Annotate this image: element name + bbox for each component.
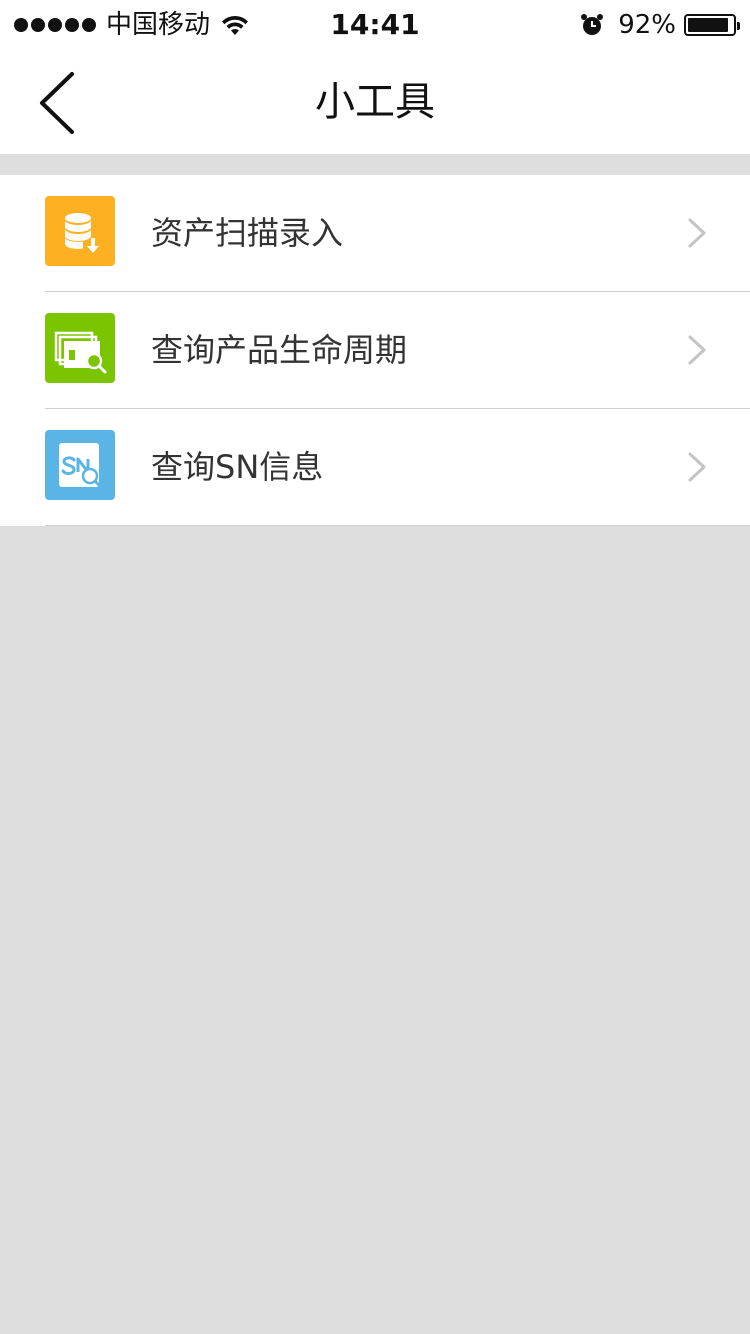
database-import-icon (45, 196, 115, 266)
tool-label: 查询SN信息 (151, 448, 324, 486)
sn-search-icon (45, 430, 115, 500)
page-title: 小工具 (315, 79, 435, 125)
status-bar: 中国移动 14:41 92% (0, 0, 750, 48)
chevron-right-icon (688, 218, 706, 248)
nav-bar: 小工具 (0, 48, 750, 154)
tool-item-sn-info[interactable]: 查询SN信息 (0, 409, 750, 526)
battery-fill (688, 18, 728, 32)
tool-list: 资产扫描录入 查询产品生命周期 查询SN信息 (0, 175, 750, 526)
status-right: 92% (580, 9, 740, 41)
window-search-icon (45, 313, 115, 383)
tool-label: 资产扫描录入 (151, 214, 344, 252)
tool-label: 查询产品生命周期 (151, 331, 408, 369)
tool-item-asset-scan[interactable]: 资产扫描录入 (0, 175, 750, 292)
divider (45, 525, 750, 526)
battery-percent: 92% (618, 10, 676, 40)
tool-item-product-lifecycle[interactable]: 查询产品生命周期 (0, 292, 750, 409)
chevron-right-icon (688, 452, 706, 482)
chevron-right-icon (688, 335, 706, 365)
alarm-icon (581, 14, 604, 35)
battery-icon (684, 14, 740, 36)
